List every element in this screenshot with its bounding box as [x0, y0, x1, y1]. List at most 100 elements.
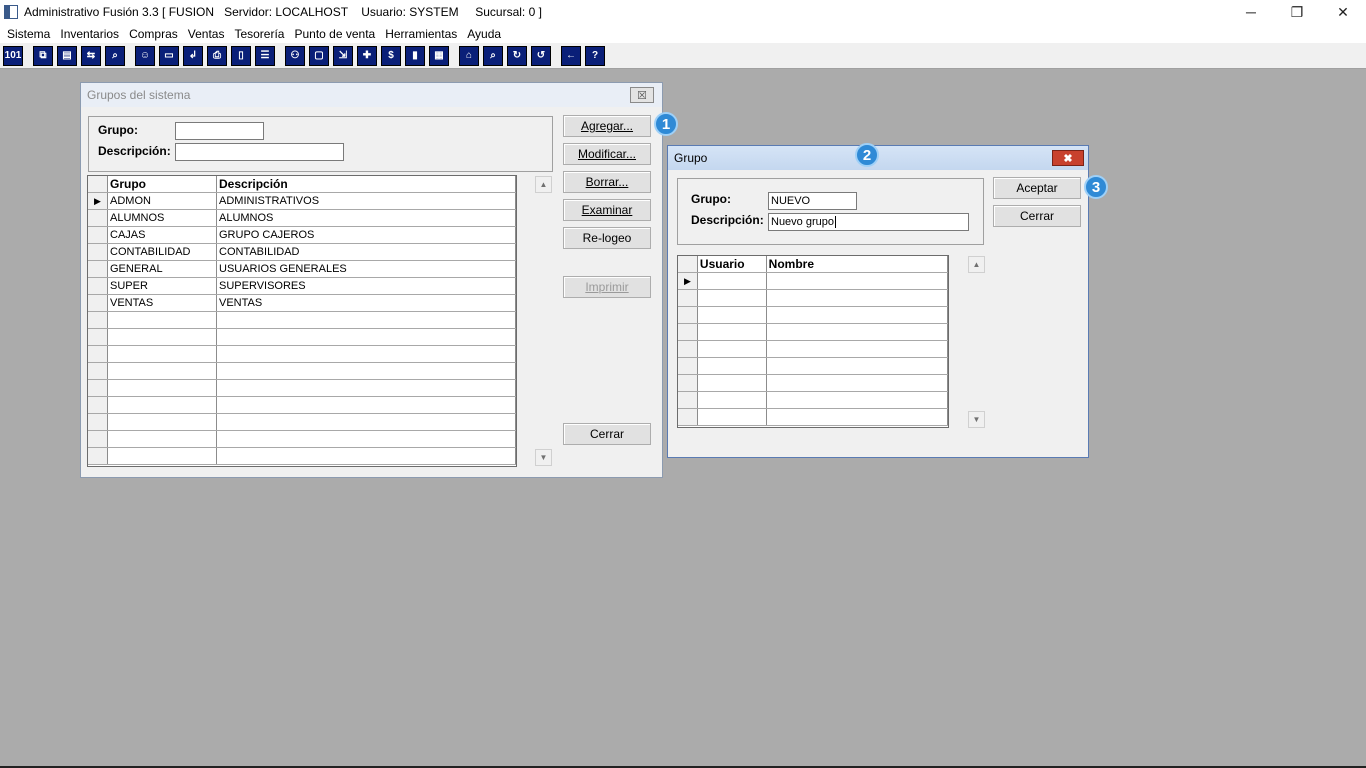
- table-icon[interactable]: ▦: [429, 45, 449, 66]
- users-table-row[interactable]: [678, 392, 948, 409]
- users-table-row-indicator: [678, 341, 698, 357]
- restore-button[interactable]: ❐: [1274, 0, 1320, 24]
- calc-icon[interactable]: 101: [3, 45, 23, 66]
- users-table-row[interactable]: ▶: [678, 273, 948, 290]
- groups-table-row[interactable]: [88, 431, 516, 448]
- users-scroll-up-icon[interactable]: ▲: [968, 256, 985, 273]
- menu-item-ayuda[interactable]: Ayuda: [462, 27, 506, 41]
- document-icon[interactable]: ▯: [231, 45, 251, 66]
- groups-table[interactable]: Grupo Descripción ▶ ADMON ADMINISTRATIVOS ALU…: [87, 175, 517, 467]
- refresh-icon[interactable]: ↻: [507, 45, 527, 66]
- groups-table-row[interactable]: [88, 363, 516, 380]
- scroll-up-icon[interactable]: ▲: [535, 176, 552, 193]
- search-doc-icon[interactable]: ⌕: [105, 45, 125, 66]
- users-table-row[interactable]: [678, 358, 948, 375]
- menu-item-ventas[interactable]: Ventas: [183, 27, 230, 41]
- groups-table-row[interactable]: CAJAS GRUPO CAJEROS: [88, 227, 516, 244]
- export-icon[interactable]: ⇲: [333, 45, 353, 66]
- users-table-cell: [698, 358, 767, 374]
- users-table-column-header[interactable]: Usuario: [697, 256, 767, 272]
- groups-table-cell: [217, 380, 516, 396]
- users-table[interactable]: Usuario Nombre ▶: [677, 255, 949, 428]
- list-icon[interactable]: ☰: [255, 45, 275, 66]
- users-table-column-header[interactable]: Nombre: [766, 256, 948, 272]
- groups-table-column-header[interactable]: Descripción: [217, 176, 516, 192]
- close-button[interactable]: ✕: [1320, 0, 1366, 24]
- add-button[interactable]: Agregar...: [563, 115, 651, 137]
- undo-icon[interactable]: ↺: [531, 45, 551, 66]
- users-table-cell: [698, 290, 767, 306]
- menu-item-tesorería[interactable]: Tesorería: [229, 27, 289, 41]
- groups-table-row[interactable]: [88, 414, 516, 431]
- step-badge-3: 3: [1084, 175, 1108, 199]
- import-icon[interactable]: ↲: [183, 45, 203, 66]
- examine-button[interactable]: Examinar: [563, 199, 651, 221]
- dollar-icon[interactable]: $: [381, 45, 401, 66]
- delete-button[interactable]: Borrar...: [563, 171, 651, 193]
- modify-button[interactable]: Modificar...: [563, 143, 651, 165]
- description-filter-input[interactable]: [175, 143, 344, 161]
- groups-table-row[interactable]: [88, 448, 516, 465]
- print-button[interactable]: Imprimir: [563, 276, 651, 298]
- scroll-down-icon[interactable]: ▼: [535, 449, 552, 466]
- users-scrollbar[interactable]: ▲ ▼: [968, 256, 985, 428]
- groups-table-row[interactable]: CONTABILIDAD CONTABILIDAD: [88, 244, 516, 261]
- group-close-button[interactable]: Cerrar: [993, 205, 1081, 227]
- users-table-row[interactable]: [678, 375, 948, 392]
- zoom-icon[interactable]: ⌕: [483, 45, 503, 66]
- menu-item-herramientas[interactable]: Herramientas: [380, 27, 462, 41]
- users-table-row[interactable]: [678, 307, 948, 324]
- groups-dialog-close-icon[interactable]: ☒: [630, 87, 654, 103]
- group-name-input[interactable]: NUEVO: [768, 192, 857, 210]
- groups-table-row[interactable]: [88, 397, 516, 414]
- group-dialog-close-icon[interactable]: ✖: [1052, 150, 1084, 166]
- minimize-button[interactable]: ─: [1228, 0, 1274, 24]
- groups-close-button[interactable]: Cerrar: [563, 423, 651, 445]
- menu-item-punto-de-venta[interactable]: Punto de venta: [289, 27, 380, 41]
- groups-table-row[interactable]: [88, 380, 516, 397]
- groups-table-row[interactable]: SUPER SUPERVISORES: [88, 278, 516, 295]
- groups-table-column-header[interactable]: Grupo: [108, 176, 217, 192]
- help-icon[interactable]: ?: [585, 45, 605, 66]
- groups-scrollbar[interactable]: ▲ ▼: [535, 176, 552, 466]
- groups-table-row[interactable]: ALUMNOS ALUMNOS: [88, 210, 516, 227]
- home-icon[interactable]: ⌂: [459, 45, 479, 66]
- groups-table-row[interactable]: VENTAS VENTAS: [88, 295, 516, 312]
- report-icon[interactable]: ▮: [405, 45, 425, 66]
- add-icon[interactable]: ✚: [357, 45, 377, 66]
- menu-item-sistema[interactable]: Sistema: [2, 27, 55, 41]
- users-table-row[interactable]: [678, 409, 948, 426]
- group-edit-box: Grupo: NUEVO Descripción: Nuevo grupo: [677, 178, 984, 245]
- menu-item-compras[interactable]: Compras: [124, 27, 183, 41]
- users-table-row[interactable]: [678, 324, 948, 341]
- users-table-row[interactable]: [678, 341, 948, 358]
- relog-button[interactable]: Re-logeo: [563, 227, 651, 249]
- users-icon[interactable]: ⚇: [285, 45, 305, 66]
- menu-item-inventarios[interactable]: Inventarios: [55, 27, 124, 41]
- group-description-input[interactable]: Nuevo grupo: [768, 213, 969, 231]
- copy-icon[interactable]: ⧉: [33, 45, 53, 66]
- groups-table-cell: [108, 397, 217, 413]
- groups-table-row[interactable]: [88, 329, 516, 346]
- print-icon[interactable]: ⎙: [207, 45, 227, 66]
- back-icon[interactable]: ←: [561, 45, 581, 66]
- groups-table-cell: [217, 312, 516, 328]
- users-scroll-down-icon[interactable]: ▼: [968, 411, 985, 428]
- groups-table-cell: SUPER: [108, 278, 217, 294]
- clipboard-icon[interactable]: ▤: [57, 45, 77, 66]
- user-icon[interactable]: ☺: [135, 45, 155, 66]
- groups-dialog: Grupos del sistema ☒ Grupo: Descripción:…: [80, 82, 663, 478]
- users-table-row[interactable]: [678, 290, 948, 307]
- box-icon[interactable]: ▢: [309, 45, 329, 66]
- folder-icon[interactable]: ▭: [159, 45, 179, 66]
- users-table-row-indicator: [678, 290, 698, 306]
- groups-table-row[interactable]: [88, 312, 516, 329]
- groups-table-row[interactable]: ▶ ADMON ADMINISTRATIVOS: [88, 193, 516, 210]
- exchange-icon[interactable]: ⇆: [81, 45, 101, 66]
- group-dialog-description-label: Descripción:: [691, 213, 764, 227]
- examine-button-label: Examinar: [581, 203, 633, 217]
- groups-table-row[interactable]: GENERAL USUARIOS GENERALES: [88, 261, 516, 278]
- groups-table-row[interactable]: [88, 346, 516, 363]
- group-filter-input[interactable]: [175, 122, 264, 140]
- accept-button[interactable]: Aceptar: [993, 177, 1081, 199]
